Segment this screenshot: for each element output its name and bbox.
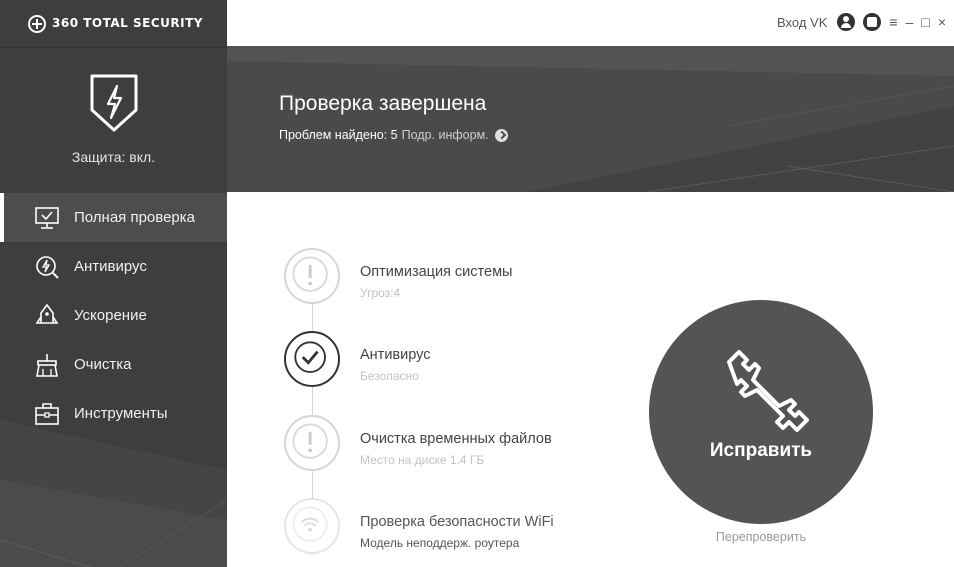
user-account-icon[interactable]: [837, 13, 856, 31]
scan-result-banner: Проверка завершена Проблем найдено: 5 По…: [227, 46, 954, 192]
sidebar-item-label: Антивирус: [74, 258, 147, 275]
monitor-check-icon: [34, 205, 60, 231]
details-link[interactable]: Подр. информ.: [402, 128, 489, 142]
result-subtitle: Место на диске 1.4 ГБ: [360, 453, 485, 467]
brand-logo-icon: [28, 15, 46, 33]
result-item-temp-files-cleanup[interactable]: Очистка временных файлов Место на диске …: [284, 413, 614, 473]
result-subtitle: Безопасно: [360, 369, 419, 383]
skin-shirt-icon[interactable]: [863, 13, 882, 31]
brand-header: 360 TOTAL SECURITY: [0, 0, 227, 48]
brand-name: 360 TOTAL SECURITY: [52, 16, 203, 30]
protection-status[interactable]: Защита: вкл.: [0, 149, 227, 165]
antivirus-search-icon: [34, 254, 60, 280]
wrench-icon: [727, 350, 809, 432]
sidebar-item-label: Ускорение: [74, 307, 147, 324]
result-title: Антивирус: [360, 347, 431, 363]
result-item-system-optimization[interactable]: Оптимизация системы Угроз:4: [284, 246, 614, 306]
result-title: Очистка временных файлов: [360, 431, 552, 447]
fix-button-label: Исправить: [709, 440, 813, 461]
checkmark-icon: [284, 331, 340, 387]
exclamation-icon: [284, 248, 340, 304]
rocket-icon: [34, 303, 60, 329]
broom-icon: [34, 352, 60, 378]
sidebar-item-antivirus[interactable]: Антивирус: [0, 242, 227, 291]
result-title: Проверка безопасности WiFi: [360, 514, 554, 530]
exclamation-icon: [284, 415, 340, 471]
sidebar-item-speedup[interactable]: Ускорение: [0, 291, 227, 340]
fix-button[interactable]: Исправить: [649, 300, 873, 524]
window-controls: Вход VK ≡ – □ ×: [777, 13, 946, 31]
sidebar-item-tools[interactable]: Инструменты: [0, 389, 227, 438]
rescan-link[interactable]: Перепроверить: [649, 530, 873, 544]
page-title: Проверка завершена: [279, 92, 487, 115]
timeline-connector: [312, 290, 313, 530]
sidebar: 360 TOTAL SECURITY Защита: вкл. Полная п…: [0, 0, 227, 567]
sidebar-item-full-scan[interactable]: Полная проверка: [0, 193, 227, 242]
result-item-antivirus[interactable]: Антивирус Безопасно: [284, 329, 614, 389]
result-subtitle: Угроз:4: [360, 286, 401, 300]
result-item-wifi-security[interactable]: Проверка безопасности WiFi Модель неподд…: [284, 496, 614, 556]
maximize-icon[interactable]: □: [921, 13, 929, 31]
banner-background-pattern: [227, 46, 954, 192]
problems-count: Проблем найдено: 5: [279, 128, 398, 142]
result-title: Оптимизация системы: [360, 264, 513, 280]
active-indicator: [0, 193, 4, 242]
sidebar-item-label: Очистка: [74, 356, 132, 373]
close-icon[interactable]: ×: [938, 13, 946, 31]
minimize-icon[interactable]: –: [906, 13, 914, 31]
sidebar-item-label: Инструменты: [74, 405, 168, 422]
shield-lightning-icon[interactable]: [88, 72, 140, 134]
problems-summary: Проблем найдено: 5 Подр. информ.: [279, 128, 508, 142]
login-vk-link[interactable]: Вход VK: [777, 15, 827, 30]
toolbox-icon: [34, 401, 60, 427]
title-bar: Вход VK ≡ – □ ×: [227, 0, 954, 46]
sidebar-item-cleanup[interactable]: Очистка: [0, 340, 227, 389]
sidebar-item-label: Полная проверка: [74, 209, 195, 226]
result-subtitle: Модель неподдерж. роутера: [360, 536, 520, 550]
sidebar-nav: Полная проверка Антивирус Ускорение Очис…: [0, 193, 227, 438]
chevron-right-icon[interactable]: [494, 128, 508, 142]
wifi-icon: [284, 498, 340, 554]
menu-icon[interactable]: ≡: [889, 13, 897, 31]
